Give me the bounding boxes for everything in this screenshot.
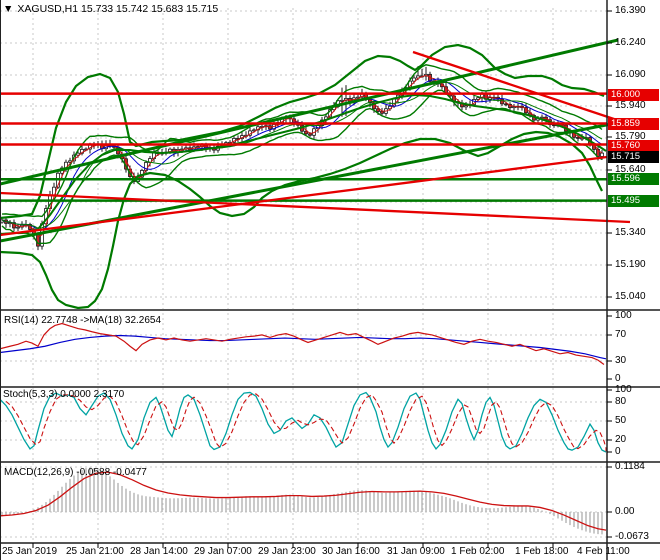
price-axis-label: 16.390	[615, 5, 646, 16]
price-axis-label: 16.090	[615, 69, 646, 80]
time-axis-label: 29 Jan 07:00	[194, 546, 252, 557]
macd-axis-label: 0.1184	[615, 461, 645, 472]
symbol-dropdown-marker[interactable]: ▼	[3, 3, 13, 15]
time-axis-label: 25 Jan 21:00	[66, 546, 124, 557]
time-axis-label: 31 Jan 09:00	[387, 546, 445, 557]
rsi-indicator-label: RSI(14) 22.7748 ->MA(18) 32.2654	[4, 315, 162, 326]
chart-title-row: ▼ XAGUSD,H1 15.733 15.742 15.683 15.715	[3, 3, 218, 15]
time-axis-label: 30 Jan 16:00	[322, 546, 380, 557]
stoch-axis-label: 100	[615, 384, 632, 395]
price-level-badge: 15.596	[608, 173, 659, 185]
price-axis-label: 15.940	[615, 100, 646, 111]
time-axis-label: 28 Jan 14:00	[130, 546, 188, 557]
macd-axis-label: 0.00	[615, 506, 635, 517]
time-axis-label: 4 Feb 11:00	[577, 546, 630, 557]
price-level-badge: 15.859	[608, 118, 659, 130]
price-axis-label: 15.040	[615, 291, 646, 302]
stoch-axis-label: 50	[615, 415, 627, 426]
stoch-axis-label: 0	[615, 446, 621, 457]
macd-axis-label: -0.0673	[615, 531, 649, 542]
price-level-badge: 15.715	[608, 151, 659, 163]
price-level-badge: 16.000	[608, 89, 659, 101]
price-level-badge: 15.495	[608, 195, 659, 207]
time-axis-label: 1 Feb 02:00	[451, 546, 505, 557]
mt4-chart-window: { "window": { "marker": "▼", "title": "X…	[0, 0, 660, 560]
stoch-axis-label: 20	[615, 434, 627, 445]
time-axis-label: 1 Feb 18:00	[515, 546, 569, 557]
rsi-axis-label: 30	[615, 355, 627, 366]
macd-indicator-label: MACD(12,26,9) -0.0588 -0.0477	[4, 467, 147, 478]
stoch-indicator-label: Stoch(5,3,3) 0.0000 2.3170	[3, 389, 125, 400]
rsi-axis-label: 70	[615, 329, 627, 340]
rsi-axis-label: 100	[615, 310, 632, 321]
price-axis-label: 16.240	[615, 37, 646, 48]
time-axis-label: 29 Jan 23:00	[258, 546, 316, 557]
price-axis-label: 15.340	[615, 227, 646, 238]
chart-title: XAGUSD,H1 15.733 15.742 15.683 15.715	[17, 3, 219, 15]
time-axis-label: 25 Jan 2019	[2, 546, 58, 557]
rsi-axis-label: 0	[615, 373, 621, 384]
price-axis-label: 15.190	[615, 259, 646, 270]
stoch-axis-label: 80	[615, 396, 627, 407]
